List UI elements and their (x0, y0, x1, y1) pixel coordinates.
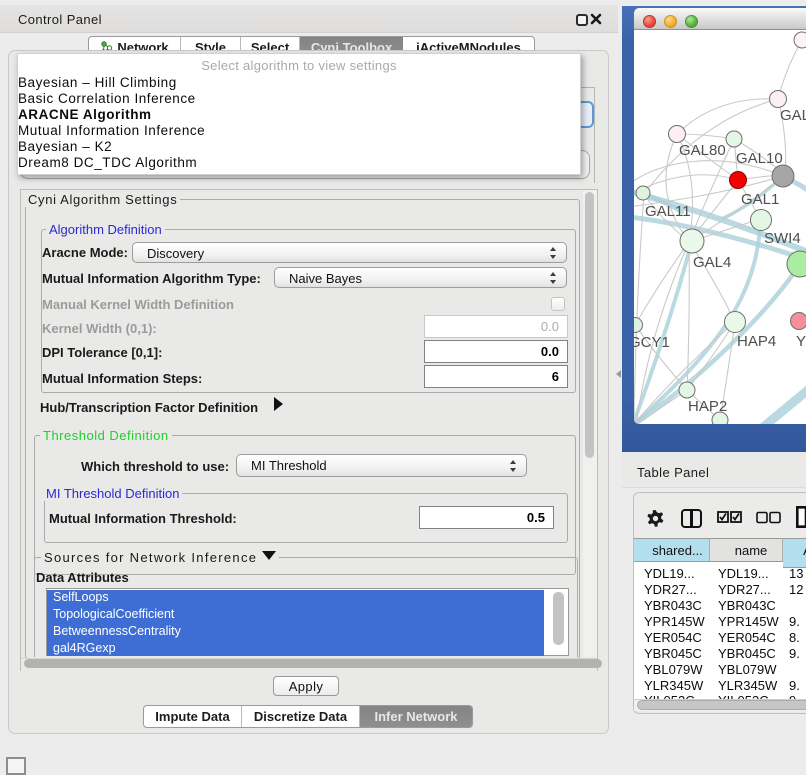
svg-text:HAP2: HAP2 (688, 398, 727, 415)
svg-text:GAL10: GAL10 (736, 150, 783, 167)
svg-text:GAL80: GAL80 (679, 142, 726, 159)
svg-text:SWI4: SWI4 (764, 230, 801, 247)
svg-text:GAL1: GAL1 (741, 191, 779, 208)
svg-text:GAL: GAL (780, 107, 806, 124)
svg-text:GAL11: GAL11 (645, 203, 691, 220)
svg-text:GCY1: GCY1 (634, 334, 670, 351)
svg-text:Y: Y (796, 333, 806, 350)
svg-text:GAL4: GAL4 (693, 254, 731, 271)
svg-text:HAP4: HAP4 (737, 333, 776, 350)
